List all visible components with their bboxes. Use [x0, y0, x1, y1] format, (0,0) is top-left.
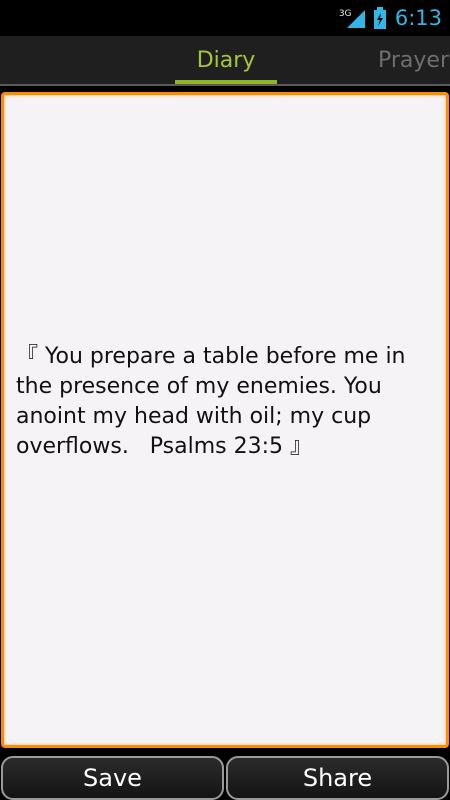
tab-prayer-label: Prayer	[378, 47, 450, 73]
tab-selected-indicator	[175, 80, 277, 84]
diary-entry-text: 『 You prepare a table before me in the p…	[16, 344, 413, 459]
tab-bar: Diary Prayer	[0, 36, 450, 86]
signal-indicator: 3G	[339, 6, 367, 30]
tab-prayer[interactable]: Prayer	[378, 36, 450, 84]
battery-charging-icon	[373, 7, 386, 29]
signal-icon	[346, 10, 365, 28]
status-icons: 3G 6:13	[339, 0, 442, 36]
share-button[interactable]: Share	[226, 756, 449, 800]
status-time: 6:13	[394, 6, 442, 30]
tab-diary[interactable]: Diary	[175, 36, 277, 84]
diary-text-editor[interactable]: 『 You prepare a table before me in the p…	[1, 92, 449, 748]
tab-diary-label: Diary	[196, 47, 256, 73]
status-bar: 3G 6:13	[0, 0, 450, 36]
bottom-action-bar: Save Share	[0, 752, 450, 800]
save-button[interactable]: Save	[1, 756, 224, 800]
